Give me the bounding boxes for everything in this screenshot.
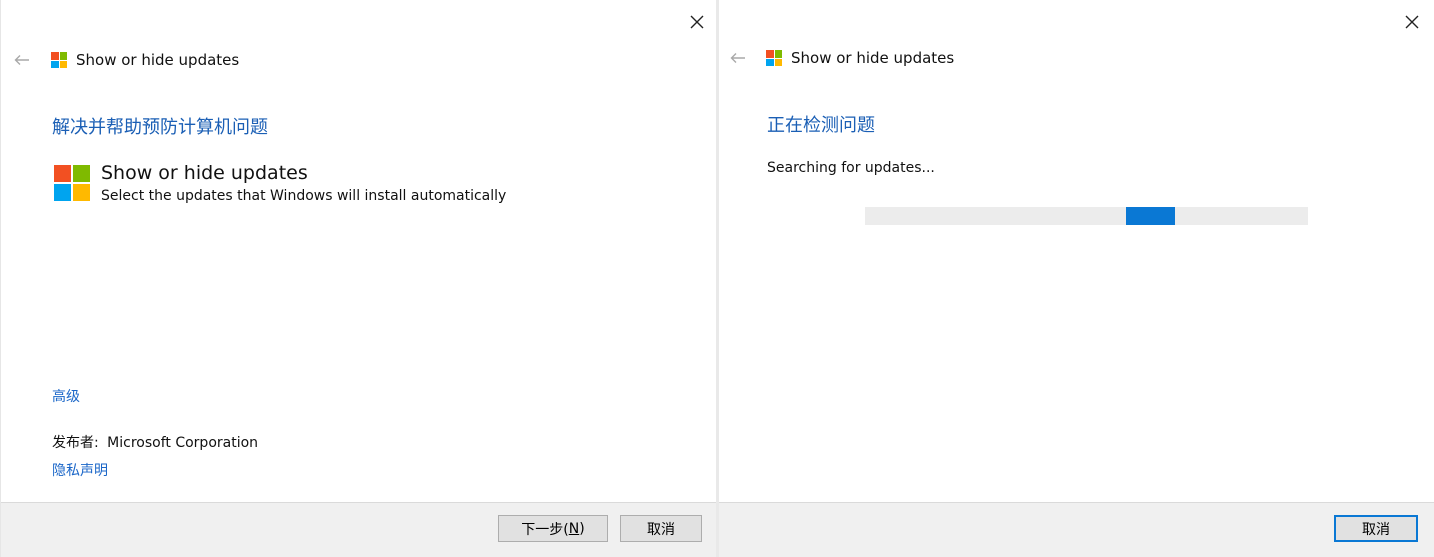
close-button[interactable] <box>1398 8 1426 36</box>
window-title: Show or hide updates <box>51 51 239 69</box>
publisher-line: 发布者: Microsoft Corporation <box>52 432 258 452</box>
status-text: Searching for updates... <box>767 160 935 176</box>
close-button[interactable] <box>683 8 711 36</box>
dialog-footer: 取消 <box>719 502 1434 557</box>
troubleshooter-dialog-start: Show or hide updates 解决并帮助预防计算机问题 Show o… <box>0 0 716 557</box>
windows-logo-icon <box>51 52 67 68</box>
close-icon <box>690 15 704 29</box>
windows-logo-icon <box>766 50 782 66</box>
cancel-button[interactable]: 取消 <box>620 515 702 542</box>
back-arrow-icon <box>14 55 29 65</box>
app-description: Select the updates that Windows will ins… <box>101 188 507 204</box>
dialog-footer: 下一步(N) 取消 <box>1 502 716 557</box>
page-heading: 正在检测问题 <box>767 115 875 136</box>
cancel-button[interactable]: 取消 <box>1334 515 1418 542</box>
progress-indicator <box>1126 207 1176 225</box>
publisher-label: 发布者: <box>52 435 99 451</box>
publisher-name: Microsoft Corporation <box>107 435 259 451</box>
window-title: Show or hide updates <box>766 49 954 67</box>
back-button[interactable] <box>10 48 34 72</box>
app-windows-logo-icon <box>54 165 90 201</box>
page-heading: 解决并帮助预防计算机问题 <box>52 117 268 138</box>
progress-bar <box>865 207 1308 225</box>
window-title-text: Show or hide updates <box>791 49 955 67</box>
troubleshooter-dialog-detecting: Show or hide updates 正在检测问题 Searching fo… <box>719 0 1434 557</box>
window-title-text: Show or hide updates <box>76 51 240 69</box>
app-name: Show or hide updates <box>101 162 308 184</box>
privacy-statement-link[interactable]: 隐私声明 <box>52 460 108 480</box>
next-button[interactable]: 下一步(N) <box>498 515 608 542</box>
advanced-link[interactable]: 高级 <box>52 386 80 406</box>
close-icon <box>1405 15 1419 29</box>
back-arrow-icon <box>730 53 745 63</box>
back-button[interactable] <box>726 46 750 70</box>
